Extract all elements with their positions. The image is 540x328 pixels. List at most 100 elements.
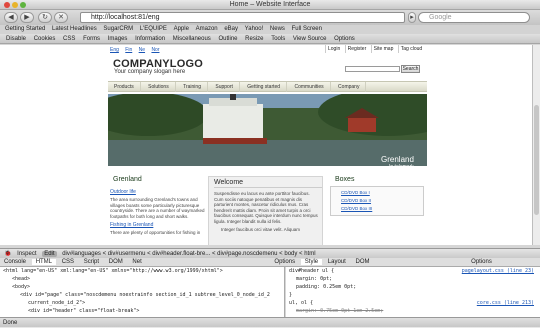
style-rule-selector[interactable]: ul, ol { core.css (line 213) [286, 299, 540, 307]
dev-miscellaneous[interactable]: Miscellaneous [173, 36, 211, 42]
bug-icon[interactable]: 🐞 [4, 251, 11, 257]
site-search-input[interactable] [345, 66, 400, 72]
register-link[interactable]: Register [344, 45, 369, 53]
html-line[interactable]: <body> [0, 283, 284, 291]
site-map-link[interactable]: Site map [370, 45, 396, 53]
dev-forms[interactable]: Forms [83, 36, 100, 42]
html-line[interactable]: current_node_id_2"> [0, 299, 284, 307]
stop-button[interactable]: ✕ [54, 12, 68, 23]
options-left[interactable]: Options [270, 259, 299, 265]
outdoor-life-text: The area surrounding Grenland's towns an… [110, 197, 205, 219]
bookmark-sugarcrm[interactable]: SugarCRM [103, 26, 133, 32]
dev-information[interactable]: Information [135, 36, 165, 42]
dev-tools[interactable]: Tools [271, 36, 285, 42]
window-title: Home – Website Interface [229, 1, 311, 8]
tab-html[interactable]: HTML [31, 259, 57, 265]
page-scrollbar[interactable] [532, 45, 540, 245]
dev-outline[interactable]: Outline [218, 36, 237, 42]
tab-console[interactable]: Console [0, 259, 30, 265]
dev-resize[interactable]: Resize [245, 36, 263, 42]
style-rule-selector[interactable]: div#header ul { pagelayout.css (line 23) [286, 267, 540, 275]
inspect-button[interactable]: Inspect [17, 251, 36, 257]
bookmark-news[interactable]: News [270, 26, 285, 32]
menu-communities[interactable]: Communities [288, 82, 331, 92]
page-scrollbar-thumb[interactable] [534, 105, 539, 215]
dom-breadcrumb[interactable]: div#languages < div#usermenu < div#heade… [62, 251, 315, 257]
menu-products[interactable]: Products [108, 82, 141, 92]
box-link-2[interactable]: CD/DVD Box II [341, 198, 423, 203]
bookmark-full-screen[interactable]: Full Screen [292, 26, 322, 32]
bookmark-ebay[interactable]: eBay [224, 26, 238, 32]
tab-dom-right[interactable]: DOM [351, 259, 373, 265]
address-bar[interactable]: http://localhost:81/eng [80, 12, 405, 23]
forward-button[interactable]: ▶ [20, 12, 34, 23]
box-link-3[interactable]: CD/DVD Box III [341, 206, 423, 211]
tab-net[interactable]: Net [128, 259, 145, 265]
menu-company[interactable]: Company [332, 82, 367, 92]
tab-layout[interactable]: Layout [324, 259, 350, 265]
site-search-button[interactable]: Search [401, 65, 420, 73]
menu-solutions[interactable]: Solutions [142, 82, 176, 92]
edit-button[interactable]: Edit [42, 251, 57, 257]
lang-ne[interactable]: Ne [139, 47, 145, 53]
stop-icon: ✕ [58, 14, 64, 21]
fishing-link[interactable]: Fishing in Grenland [110, 222, 205, 228]
html-line[interactable]: <div id="page" class="noscdemenu noextra… [0, 291, 284, 299]
menu-training[interactable]: Training [177, 82, 208, 92]
style-pane: div#header ul { pagelayout.css (line 23)… [286, 267, 540, 317]
go-icon: ▸ [410, 14, 414, 21]
tab-style[interactable]: Style [300, 259, 323, 265]
html-line[interactable]: <div id="header" class="float-break"> [0, 307, 284, 315]
dev-css[interactable]: CSS [63, 36, 75, 42]
back-button[interactable]: ◀ [4, 12, 18, 23]
options-right[interactable]: Options [467, 259, 496, 265]
bookmark-lequipe[interactable]: L'EQUIPE [140, 26, 167, 32]
html-line[interactable]: <head> [0, 275, 284, 283]
lang-fin[interactable]: Fin [125, 47, 132, 53]
login-link[interactable]: Login [325, 45, 342, 53]
dev-images[interactable]: Images [108, 36, 128, 42]
welcome-box: Welcome Suspendisse eu lacus eu ante por… [208, 176, 323, 245]
web-page-viewport: Eng Fin Ne Nor Login Register Site map T… [0, 45, 532, 245]
company-slogan: Your company slogan here [114, 69, 186, 75]
dev-options[interactable]: Options [334, 36, 355, 42]
tab-script[interactable]: Script [80, 259, 103, 265]
dev-disable[interactable]: Disable [6, 36, 26, 42]
html-line[interactable]: <html lang="en-US" xml:lang="en-US" xmln… [0, 267, 284, 275]
tag-cloud-link[interactable]: Tag cloud [397, 45, 424, 53]
dev-cookies[interactable]: Cookies [34, 36, 56, 42]
menu-getting-started[interactable]: Getting started [241, 82, 288, 92]
menu-support[interactable]: Support [209, 82, 240, 92]
firebug-toolbar: 🐞 Inspect Edit div#languages < div#userm… [0, 248, 540, 258]
search-input[interactable]: Google [418, 12, 530, 23]
style-declaration[interactable]: padding: 0.25em 0pt; [286, 283, 540, 291]
left-column: Grenland Outdoor life The area surroundi… [108, 170, 205, 236]
lang-eng[interactable]: Eng [110, 47, 119, 53]
style-source-link[interactable]: core.css (line 213) [477, 299, 534, 307]
go-button[interactable]: ▸ [408, 12, 416, 23]
style-source-link[interactable]: pagelayout.css (line 23) [462, 267, 534, 275]
tab-css[interactable]: CSS [58, 259, 78, 265]
bookmark-latest-headlines[interactable]: Latest Headlines [52, 26, 97, 32]
box-link-1[interactable]: CD/DVD Box I [341, 190, 423, 195]
bookmarks-bar: Getting Started Latest Headlines SugarCR… [0, 25, 540, 34]
dev-view-source[interactable]: View Source [293, 36, 327, 42]
html-tree-pane: <html lang="en-US" xml:lang="en-US" xmln… [0, 267, 285, 317]
reload-button[interactable]: ↻ [38, 12, 52, 23]
url-text: http://localhost:81/eng [91, 14, 160, 21]
bookmark-amazon[interactable]: Amazon [196, 26, 218, 32]
style-declaration-overridden[interactable]: margin: 0.75em 0pt 1em 2.5em; [286, 307, 540, 315]
bookmark-apple[interactable]: Apple [174, 26, 189, 32]
web-developer-toolbar: Disable Cookies CSS Forms Images Informa… [0, 34, 540, 44]
tab-dom[interactable]: DOM [105, 259, 127, 265]
user-menu: Login Register Site map Tag cloud [325, 45, 430, 53]
bookmark-getting-started[interactable]: Getting Started [5, 26, 45, 32]
firebug-tabs: Console HTML CSS Script DOM Net Options … [0, 258, 540, 267]
reload-icon: ↻ [42, 14, 48, 21]
lang-nor[interactable]: Nor [151, 47, 159, 53]
left-column-heading: Grenland [113, 176, 142, 183]
outdoor-life-link[interactable]: Outdoor life [110, 189, 205, 195]
style-declaration[interactable]: margin: 0pt; [286, 275, 540, 283]
bookmark-yahoo[interactable]: Yahoo! [245, 26, 264, 32]
status-text: Done [3, 320, 18, 326]
